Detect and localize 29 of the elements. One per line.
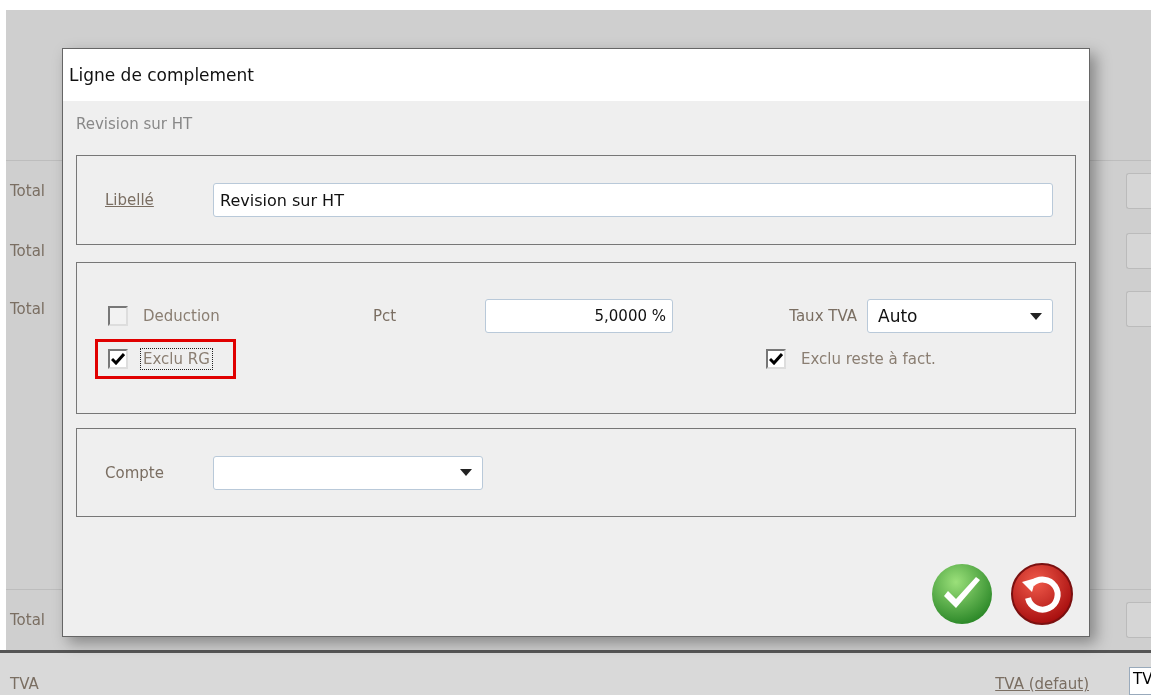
checkmark-icon bbox=[769, 353, 783, 365]
confirm-button[interactable] bbox=[930, 562, 994, 626]
taux-tva-label: Taux TVA bbox=[789, 307, 857, 325]
undo-icon bbox=[1010, 562, 1074, 626]
taux-tva-select[interactable]: Auto bbox=[867, 299, 1053, 333]
cancel-button[interactable] bbox=[1010, 562, 1074, 626]
total-label: Total bbox=[10, 300, 46, 319]
dropdown-caret-icon bbox=[1030, 312, 1042, 320]
pct-label: Pct bbox=[373, 307, 398, 325]
subtitle: Revision sur HT bbox=[76, 115, 193, 133]
libelle-field[interactable]: Revision sur HT bbox=[213, 183, 1053, 217]
dropdown-caret-icon bbox=[460, 469, 472, 476]
checkbox-label[interactable]: Exclu RG bbox=[140, 348, 213, 370]
checkbox-label[interactable]: Exclu reste à fact. bbox=[798, 348, 939, 370]
tva-label: TVA bbox=[10, 675, 39, 695]
checkbox[interactable] bbox=[766, 349, 786, 369]
checkmark-icon bbox=[111, 353, 125, 365]
total-label: Total bbox=[10, 242, 46, 261]
compte-label: Compte bbox=[105, 463, 165, 482]
total-label: Total bbox=[10, 182, 46, 201]
checkbox[interactable] bbox=[108, 306, 128, 326]
pct-field[interactable]: 5,0000 % bbox=[485, 299, 673, 333]
total-label: Total bbox=[10, 611, 46, 630]
tva-default-link[interactable]: TVA (defaut) bbox=[995, 675, 1089, 695]
checkbox-label[interactable]: Deduction bbox=[140, 305, 223, 327]
dialog-title: Ligne de complement bbox=[69, 65, 255, 85]
checkbox[interactable] bbox=[108, 349, 128, 369]
libelle-link[interactable]: Libellé bbox=[105, 191, 213, 209]
confirm-icon bbox=[930, 562, 994, 626]
